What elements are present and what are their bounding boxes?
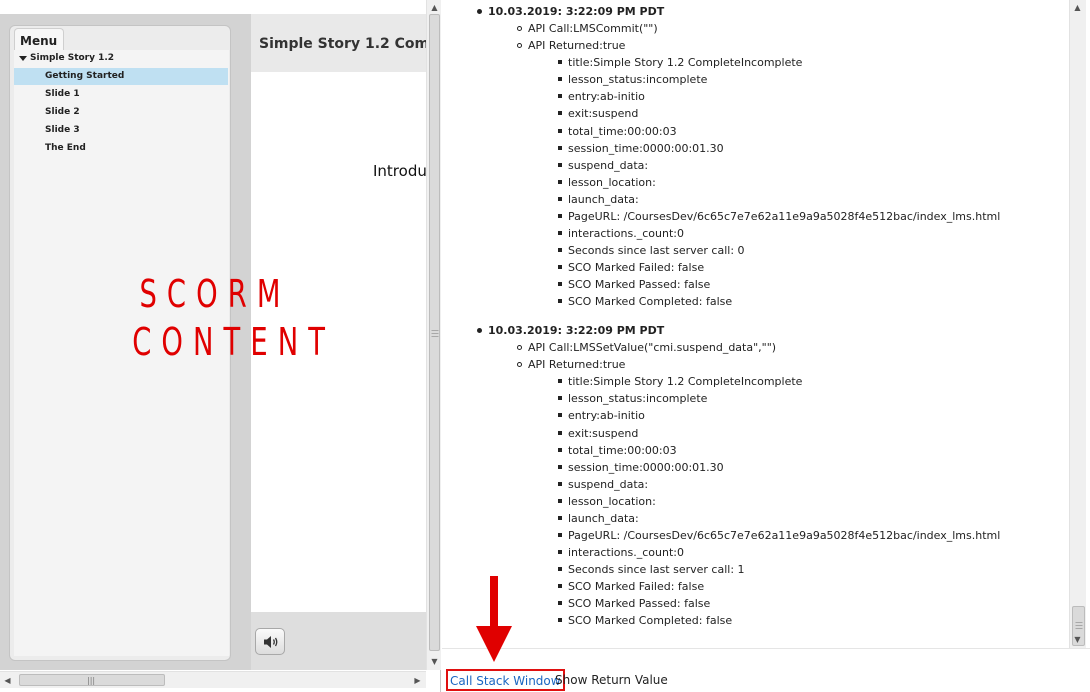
log-entry-detail: title:Simple Story 1.2 CompleteIncomplet… — [557, 375, 803, 389]
slide-header: Simple Story 1.2 Complete — [251, 14, 426, 72]
left-vertical-scroll-thumb[interactable]: ― ― ― — [429, 14, 440, 651]
scroll-down-arrow-icon[interactable]: ▼ — [1070, 632, 1085, 647]
log-entry-detail: SCO Marked Passed: false — [557, 278, 711, 292]
log-entry-detail: suspend_data: — [557, 477, 649, 491]
log-entry-detail: SCO Marked Failed: false — [557, 580, 705, 594]
log-entry-api-call: API Call:LMSCommit("") — [517, 22, 658, 36]
slide-text: Introdu — [373, 162, 426, 180]
log-footer: Call Stack Window Show Return Value — [442, 648, 1090, 692]
menu-item-slide-3[interactable]: Slide 3 — [14, 122, 228, 139]
log-entry-detail: PageURL: /CoursesDev/6c65c7e7e62a11e9a9a… — [557, 209, 1001, 223]
menu-item-slide-2[interactable]: Slide 2 — [14, 104, 228, 121]
log-entry-detail: title:Simple Story 1.2 CompleteIncomplet… — [557, 56, 803, 70]
grip-icon: ― ― ― — [1075, 618, 1083, 632]
log-entry-api-returned: API Returned:true — [516, 39, 626, 53]
menu-item-label: Slide 2 — [45, 107, 80, 117]
debug-log-frame: 10.03.2019: 3:22:09 PM PDT API Call:LMSCo… — [442, 0, 1090, 692]
left-horizontal-scroll-thumb[interactable]: ||| — [19, 674, 165, 686]
menu-tab[interactable]: Menu — [14, 28, 64, 50]
log-entry-detail: lesson_status:incomplete — [557, 392, 708, 406]
left-horizontal-scrollbar[interactable]: ◀ ||| ▶ — [0, 671, 426, 688]
annotation-line-1: SCORM — [139, 272, 291, 316]
screen-root: Menu Simple Story 1.2 Getting Started Sl… — [0, 0, 1090, 692]
log-entry-timestamp: 10.03.2019: 3:22:09 PM PDT — [476, 5, 665, 18]
menu-item-label: The End — [45, 143, 86, 153]
scroll-right-arrow-icon[interactable]: ▶ — [410, 673, 425, 688]
log-entry-detail: session_time:0000:00:01.30 — [558, 141, 724, 155]
log-entry-detail: lesson_status:incomplete — [557, 73, 708, 87]
log-entry-detail: SCO Marked Completed: false — [557, 614, 733, 628]
log-entry-detail: exit:suspend — [557, 107, 639, 121]
log-entry-detail: lesson_location: — [558, 494, 656, 508]
log-entry-detail: launch_data: — [558, 511, 639, 525]
log-entry-detail: SCO Marked Failed: false — [557, 261, 705, 275]
menu-item-the-end[interactable]: The End — [14, 140, 228, 157]
slide-title: Simple Story 1.2 Complete — [259, 36, 426, 52]
expand-triangle-icon[interactable] — [19, 56, 27, 61]
menu-item-course-root[interactable]: Simple Story 1.2 — [16, 50, 228, 67]
log-entry-detail: entry:ab-initio — [558, 90, 645, 104]
log-entry-detail: interactions._count:0 — [558, 227, 684, 241]
annotation-line-2: CONTENT — [132, 320, 336, 364]
log-entry-api-call: API Call:LMSSetValue("cmi.suspend_data",… — [516, 341, 777, 355]
grip-icon: ― ― ― — [431, 326, 439, 340]
menu-item-slide-1[interactable]: Slide 1 — [14, 86, 228, 103]
scroll-up-arrow-icon[interactable]: ▲ — [427, 0, 442, 15]
arrow-down-icon — [476, 576, 512, 662]
log-entry-detail: total_time:00:00:03 — [558, 443, 677, 457]
menu-item-getting-started[interactable]: Getting Started — [14, 68, 228, 85]
log-entry-api-returned: API Returned:true — [516, 358, 626, 372]
player-control-bar — [251, 612, 426, 670]
scorm-player-frame: Menu Simple Story 1.2 Getting Started Sl… — [0, 0, 441, 692]
call-stack-window-link[interactable]: Call Stack Window — [446, 669, 565, 691]
log-entry-detail: exit:suspend — [557, 426, 639, 440]
left-vertical-scrollbar[interactable]: ▲ ― ― ― ▼ — [426, 0, 441, 670]
log-content[interactable]: 10.03.2019: 3:22:09 PM PDT API Call:LMSCo… — [442, 0, 1068, 648]
menu-item-label: Slide 3 — [45, 125, 80, 135]
scorm-content-annotation: SCORM CONTENT — [132, 270, 336, 366]
scroll-left-arrow-icon[interactable]: ◀ — [0, 673, 15, 688]
scroll-up-arrow-icon[interactable]: ▲ — [1070, 0, 1085, 15]
log-entry-detail: PageURL: /CoursesDev/6c65c7e7e62a11e9a9a… — [557, 529, 1001, 542]
log-entry-detail: SCO Marked Passed: false — [557, 597, 711, 611]
grip-icon: ||| — [87, 676, 96, 685]
show-return-value-link[interactable]: Show Return Value — [555, 673, 668, 687]
log-entry-detail: SCO Marked Completed: false — [557, 295, 733, 309]
log-entry-detail: session_time:0000:00:01.30 — [558, 460, 724, 474]
scroll-down-arrow-icon[interactable]: ▼ — [427, 654, 442, 669]
log-entry-detail: total_time:00:00:03 — [558, 124, 677, 138]
log-entry-detail: Seconds since last server call: 1 — [558, 563, 745, 577]
log-entry-detail: Seconds since last server call: 0 — [558, 244, 745, 258]
log-entry-detail: interactions._count:0 — [558, 546, 684, 560]
menu-item-label: Simple Story 1.2 — [30, 53, 115, 63]
right-vertical-scrollbar[interactable]: ▲ ― ― ― ▼ — [1069, 0, 1086, 648]
log-entry-timestamp: 10.03.2019: 3:22:09 PM PDT — [476, 324, 665, 338]
menu-item-label: Slide 1 — [45, 89, 80, 99]
log-entry-detail: entry:ab-initio — [558, 409, 645, 423]
log-entry-detail: suspend_data: — [557, 158, 649, 172]
audio-button[interactable] — [255, 628, 285, 655]
speaker-icon — [264, 636, 278, 648]
log-entry-detail: lesson_location: — [558, 175, 656, 189]
log-entry-detail: launch_data: — [558, 192, 639, 206]
menu-item-label: Getting Started — [45, 71, 125, 81]
